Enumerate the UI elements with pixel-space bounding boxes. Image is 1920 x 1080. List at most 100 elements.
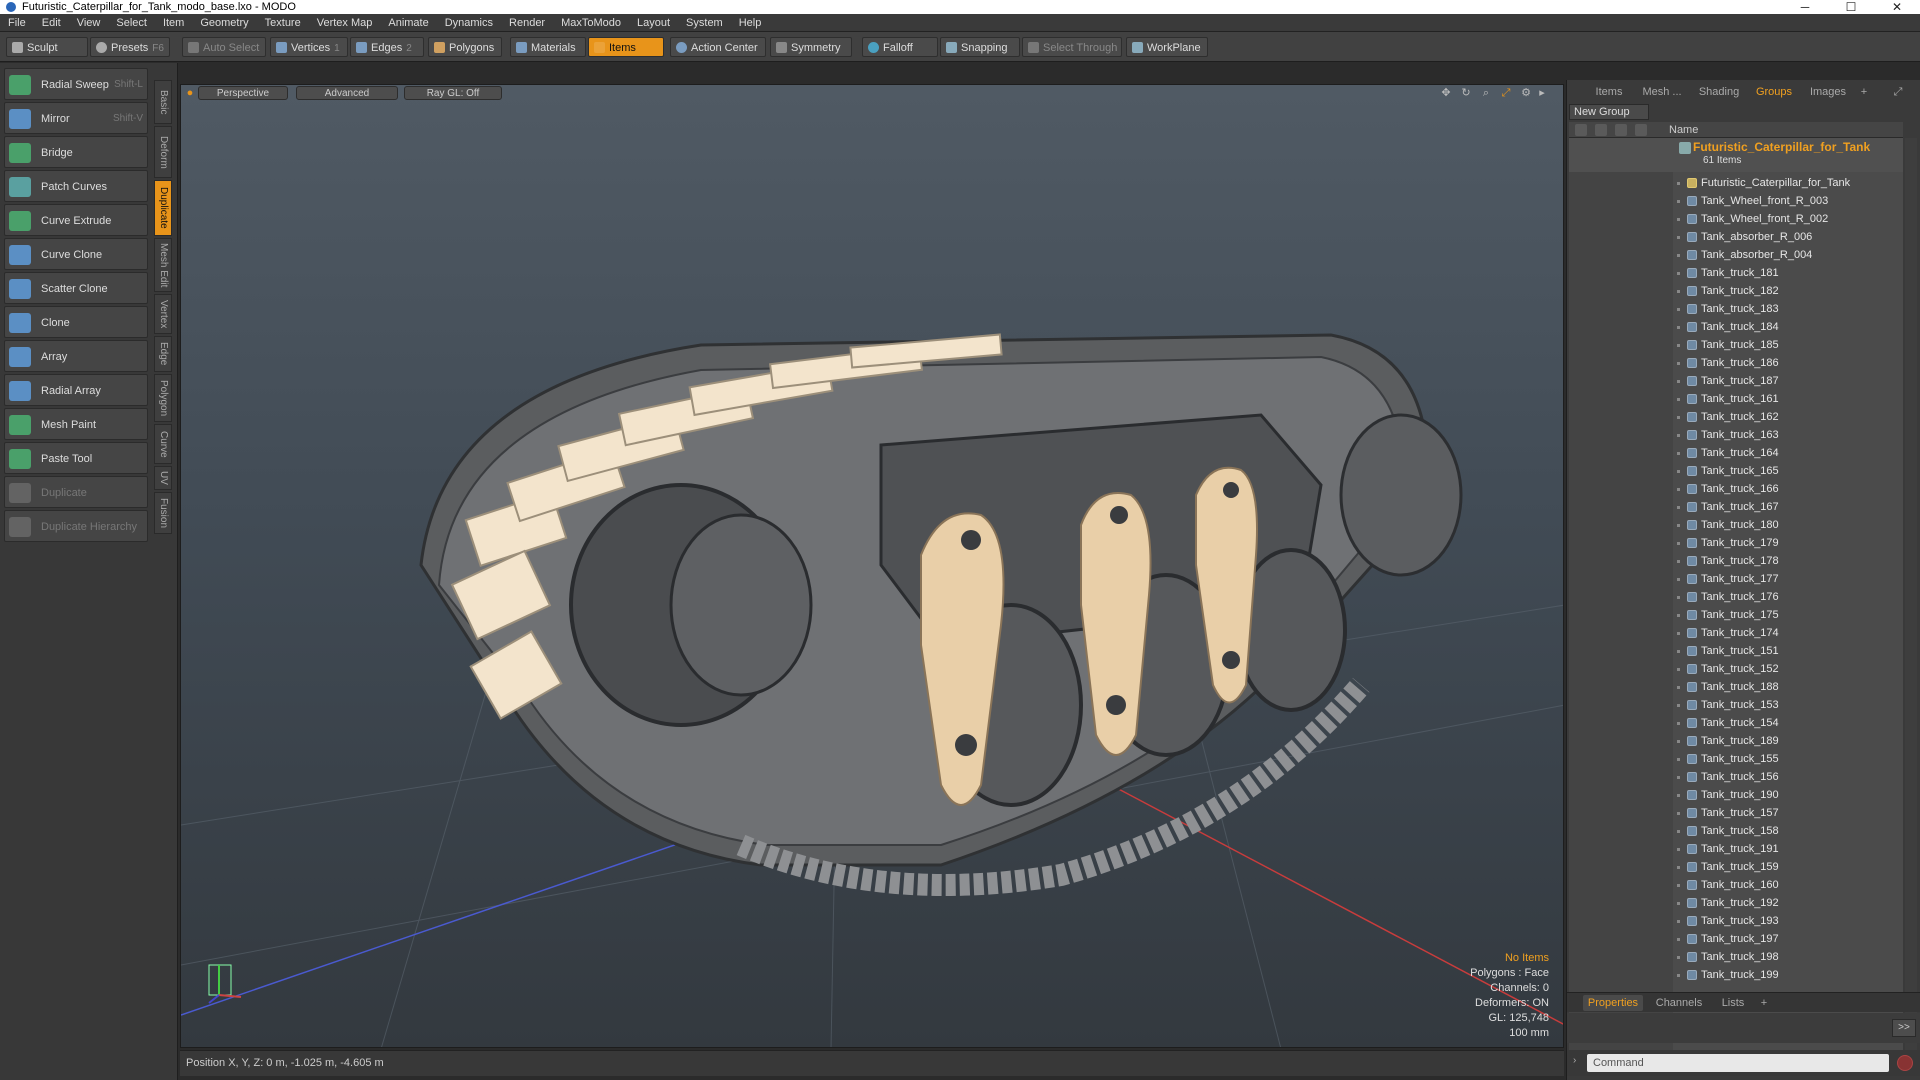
menu-render[interactable]: Render [501,14,553,32]
tool-mirror[interactable]: Mirror Shift-V [4,102,148,134]
list-item[interactable]: Tank_truck_191 [1673,840,1903,858]
tab-polygon[interactable]: Polygon [154,374,172,422]
list-item[interactable]: Tank_truck_161 [1673,390,1903,408]
menu-dynamics[interactable]: Dynamics [437,14,501,32]
tool-duplicate-hierarchy[interactable]: Duplicate Hierarchy [4,510,148,542]
tab-mesh-edit[interactable]: Mesh Edit [154,238,172,292]
menu-maxtomodo[interactable]: MaxToModo [553,14,629,32]
list-item[interactable]: Tank_truck_177 [1673,570,1903,588]
list-item[interactable]: Tank_truck_185 [1673,336,1903,354]
menu-edit[interactable]: Edit [34,14,69,32]
menu-geometry[interactable]: Geometry [192,14,256,32]
visibility-col-icon[interactable] [1575,124,1587,136]
tool-mesh-paint[interactable]: Mesh Paint [4,408,148,440]
caterpillar-model[interactable] [419,333,1463,896]
maximize-button[interactable]: ☐ [1836,0,1866,14]
menu-file[interactable]: File [0,14,34,32]
tool-radial-array[interactable]: Radial Array [4,374,148,406]
tab-uv[interactable]: UV [154,466,172,490]
command-input[interactable]: Command [1587,1054,1889,1072]
tool-bridge[interactable]: Bridge [4,136,148,168]
list-item[interactable]: Tank_truck_174 [1673,624,1903,642]
render-col-icon[interactable] [1595,124,1607,136]
sculpt-button[interactable]: Sculpt [6,37,88,57]
lock-col-icon[interactable] [1615,124,1627,136]
list-item[interactable]: Tank_truck_186 [1673,354,1903,372]
rotate-icon[interactable]: ↻ [1460,87,1472,99]
tab-images[interactable]: Images [1803,84,1853,100]
tool-patch-curves[interactable]: Patch Curves [4,170,148,202]
list-item[interactable]: Tank_truck_159 [1673,858,1903,876]
shading-dropdown[interactable]: Advanced [296,86,398,100]
list-item[interactable]: Tank_truck_160 [1673,876,1903,894]
list-item[interactable]: Tank_Wheel_front_R_003 [1673,192,1903,210]
tool-paste-tool[interactable]: Paste Tool [4,442,148,474]
new-group-button[interactable]: New Group [1569,104,1649,120]
menu-vertex-map[interactable]: Vertex Map [309,14,381,32]
list-item[interactable]: Tank_truck_164 [1673,444,1903,462]
list-item[interactable]: Tank_truck_163 [1673,426,1903,444]
list-item[interactable]: Tank_Wheel_front_R_002 [1673,210,1903,228]
tab-lists[interactable]: Lists [1713,995,1753,1011]
polygons-button[interactable]: Polygons [428,37,502,57]
list-item[interactable]: Tank_truck_193 [1673,912,1903,930]
list-item[interactable]: Tank_truck_155 [1673,750,1903,768]
action-center-button[interactable]: Action Center [670,37,766,57]
list-item[interactable]: Tank_truck_187 [1673,372,1903,390]
list-item[interactable]: Tank_truck_199 [1673,966,1903,984]
tab-basic[interactable]: Basic [154,80,172,124]
view-type-dropdown[interactable]: Perspective [198,86,288,100]
list-item[interactable]: Tank_truck_198 [1673,948,1903,966]
menu-view[interactable]: View [69,14,109,32]
menu-help[interactable]: Help [731,14,770,32]
list-item[interactable]: Tank_truck_153 [1673,696,1903,714]
select-col-icon[interactable] [1635,124,1647,136]
tab-groups[interactable]: Groups [1751,84,1797,100]
command-history-button[interactable] [1897,1055,1913,1071]
list-item[interactable]: Tank_truck_197 [1673,930,1903,948]
tab-edge[interactable]: Edge [154,336,172,372]
edges-button[interactable]: Edges 2 [350,37,424,57]
list-item[interactable]: Tank_truck_182 [1673,282,1903,300]
list-item[interactable]: Tank_truck_158 [1673,822,1903,840]
tool-duplicate[interactable]: Duplicate [4,476,148,508]
list-item[interactable]: Tank_truck_157 [1673,804,1903,822]
add-tab-icon[interactable]: + [1857,84,1871,100]
add-tab-icon[interactable]: + [1757,995,1771,1011]
tool-radial-sweep[interactable]: Radial Sweep Shift-L [4,68,148,100]
pan-icon[interactable]: ✥ [1440,87,1452,99]
list-item[interactable]: Tank_truck_152 [1673,660,1903,678]
tab-curve[interactable]: Curve [154,424,172,464]
list-scrollbar[interactable] [1905,138,1917,1058]
fit-icon[interactable]: ⤢ [1500,87,1512,99]
workplane-button[interactable]: WorkPlane [1126,37,1208,57]
tool-array[interactable]: Array [4,340,148,372]
name-column-header[interactable]: Name [1669,122,1698,138]
list-item[interactable]: Tank_truck_190 [1673,786,1903,804]
list-item[interactable]: Tank_truck_162 [1673,408,1903,426]
list-item[interactable]: Tank_truck_154 [1673,714,1903,732]
materials-button[interactable]: Materials [510,37,586,57]
snapping-button[interactable]: Snapping [940,37,1020,57]
tool-curve-clone[interactable]: Curve Clone [4,238,148,270]
list-item[interactable]: Tank_truck_180 [1673,516,1903,534]
falloff-button[interactable]: Falloff [862,37,938,57]
menu-system[interactable]: System [678,14,731,32]
menu-texture[interactable]: Texture [257,14,309,32]
menu-layout[interactable]: Layout [629,14,678,32]
viewport-options-icon[interactable]: ● [184,87,196,99]
zoom-icon[interactable]: ⌕ [1480,87,1492,99]
tool-clone[interactable]: Clone [4,306,148,338]
raygl-toggle[interactable]: Ray GL: Off [404,86,502,100]
list-item[interactable]: Tank_truck_184 [1673,318,1903,336]
list-item[interactable]: Tank_truck_175 [1673,606,1903,624]
list-item[interactable]: Tank_truck_192 [1673,894,1903,912]
list-item[interactable]: Tank_truck_183 [1673,300,1903,318]
group-row[interactable]: Futuristic_Caterpillar_for_Tank 61 Items [1569,138,1903,172]
tab-channels[interactable]: Channels [1651,995,1707,1011]
tab-fusion[interactable]: Fusion [154,492,172,534]
list-item[interactable]: Tank_truck_166 [1673,480,1903,498]
vertices-button[interactable]: Vertices 1 [270,37,348,57]
tab-items[interactable]: Items [1589,84,1629,100]
viewport-menu-arrow-icon[interactable]: ▸ [1536,87,1548,99]
